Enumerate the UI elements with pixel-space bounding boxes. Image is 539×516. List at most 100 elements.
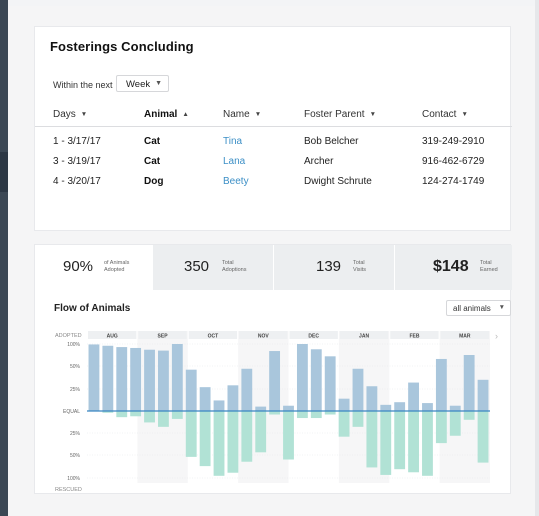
adopted-bar (213, 400, 225, 411)
cell-contact: 124-274-1749 (422, 176, 485, 187)
adopted-bar (144, 349, 155, 411)
sort-down-icon: ▼ (461, 111, 468, 118)
rescued-bar (463, 411, 475, 420)
adopted-bar (199, 387, 211, 411)
stat-tab-adoptions[interactable]: 350 Total Adoptions (153, 245, 274, 290)
rescued-bar (116, 411, 128, 418)
sort-down-icon: ▼ (254, 111, 262, 118)
stat-label: Total Earned (480, 260, 498, 273)
chart-bottom-label: RESCUED (55, 487, 82, 493)
rescued-bar (130, 411, 142, 417)
fosterings-card: Fosterings Concluding Within the next We… (34, 26, 512, 231)
stat-tab-visits[interactable]: 139 Total Visits (274, 245, 395, 290)
adopted-bar (116, 347, 128, 411)
animal-filter-value: all animals (453, 304, 491, 313)
rescued-bar (380, 411, 392, 475)
right-scroll-edge (535, 0, 539, 516)
table-row: 3 - 3/19/17 Cat Lana Archer 916-462-6729 (35, 156, 512, 174)
card-title: Fosterings Concluding (50, 39, 194, 54)
cell-name-link[interactable]: Lana (223, 156, 245, 167)
adopted-bar (324, 356, 336, 411)
column-header-days[interactable]: Days ▼ (53, 109, 87, 120)
stat-value: 350 (184, 258, 210, 275)
stat-label: Total Visits (353, 260, 367, 273)
rescued-bar (158, 411, 169, 427)
rescued-bar (144, 411, 155, 423)
adopted-bar (449, 405, 461, 411)
y-tick-label: 25% (70, 387, 81, 393)
stat-label: of Animals Adopted (104, 260, 130, 273)
adopted-bar (394, 402, 406, 411)
chevron-right-icon[interactable]: › (495, 331, 498, 341)
rescued-bar (227, 411, 239, 473)
stat-value: $148 (433, 258, 469, 275)
cell-animal: Cat (144, 156, 161, 167)
y-tick-label: EQUAL (63, 409, 80, 415)
adopted-bar (130, 347, 142, 411)
y-tick-label: 50% (70, 453, 81, 459)
chevron-down-icon: ▼ (498, 304, 505, 311)
rescued-bar (310, 411, 322, 419)
cell-contact: 916-462-6729 (422, 156, 485, 167)
stat-tab-adopted[interactable]: 90% of Animals Adopted (35, 245, 153, 290)
cell-days: 1 - 3/17/17 (53, 136, 101, 147)
adopted-bar (158, 350, 169, 411)
adopted-bar (227, 385, 239, 411)
left-sidebar-edge (0, 0, 8, 516)
cell-foster-parent: Bob Belcher (304, 136, 359, 147)
y-tick-label: 100% (67, 476, 80, 482)
rescued-bar (366, 411, 378, 468)
month-label: AUG (107, 334, 118, 340)
adopted-bar (408, 382, 419, 411)
rescued-bar (449, 411, 461, 436)
adopted-bar (352, 368, 364, 411)
within-label: Within the next (53, 80, 113, 90)
adopted-bar (102, 345, 114, 411)
rescued-bar (171, 411, 183, 419)
chevron-down-icon: ▼ (155, 80, 162, 87)
rescued-bar (394, 411, 406, 470)
adopted-bar (185, 369, 197, 411)
adopted-bar (171, 344, 183, 411)
flow-chart: ADOPTED RESCUED AUG SEP OCT NOV DEC JAN FEB MAR 10… (55, 331, 490, 493)
month-label: NOV (258, 334, 270, 340)
rescued-bar (199, 411, 211, 467)
adopted-bar (296, 344, 308, 411)
stats-bar: 90% of Animals Adopted 350 Total Adoptio… (35, 245, 512, 290)
period-select[interactable]: Week ▼ (116, 75, 169, 92)
adopted-bar (269, 351, 281, 411)
sort-down-icon: ▼ (369, 111, 377, 118)
month-label: FEB (409, 334, 419, 340)
column-header-contact[interactable]: Contact ▼ (422, 109, 468, 120)
rescued-bar (283, 411, 294, 460)
adopted-bar (380, 404, 392, 411)
cell-name-link[interactable]: Beety (223, 176, 249, 187)
rescued-bar (185, 411, 197, 457)
month-label: DEC (308, 334, 319, 340)
adopted-bar (283, 405, 294, 411)
animal-filter-select[interactable]: all animals ▼ (446, 300, 511, 316)
cell-days: 3 - 3/19/17 (53, 156, 101, 167)
rescued-bar (296, 411, 308, 419)
chart-top-label: ADOPTED (55, 333, 82, 339)
rescued-bar (435, 411, 447, 444)
month-label: SEP (158, 334, 169, 340)
adopted-bar (435, 358, 447, 411)
column-header-foster-parent[interactable]: Foster Parent ▼ (304, 109, 376, 120)
sort-up-icon: ▲ (182, 111, 189, 118)
rescued-bar (213, 411, 225, 476)
stat-tab-earned[interactable]: $148 Total Earned (395, 245, 512, 290)
adopted-bar (88, 344, 100, 411)
dashboard-page: Fosterings Concluding Within the next We… (8, 6, 535, 516)
table-row: 1 - 3/17/17 Cat Tina Bob Belcher 319-249… (35, 136, 512, 154)
column-header-name[interactable]: Name ▼ (223, 109, 261, 120)
cell-animal: Dog (144, 176, 164, 187)
month-label: JAN (359, 334, 369, 340)
cell-name-link[interactable]: Tina (223, 136, 242, 147)
column-header-animal[interactable]: Animal ▲ (144, 109, 189, 120)
flow-card: 90% of Animals Adopted 350 Total Adoptio… (34, 244, 512, 494)
adopted-bar (422, 403, 433, 411)
rescued-bar (477, 411, 489, 463)
adopted-bar (463, 355, 475, 411)
cell-contact: 319-249-2910 (422, 136, 485, 147)
